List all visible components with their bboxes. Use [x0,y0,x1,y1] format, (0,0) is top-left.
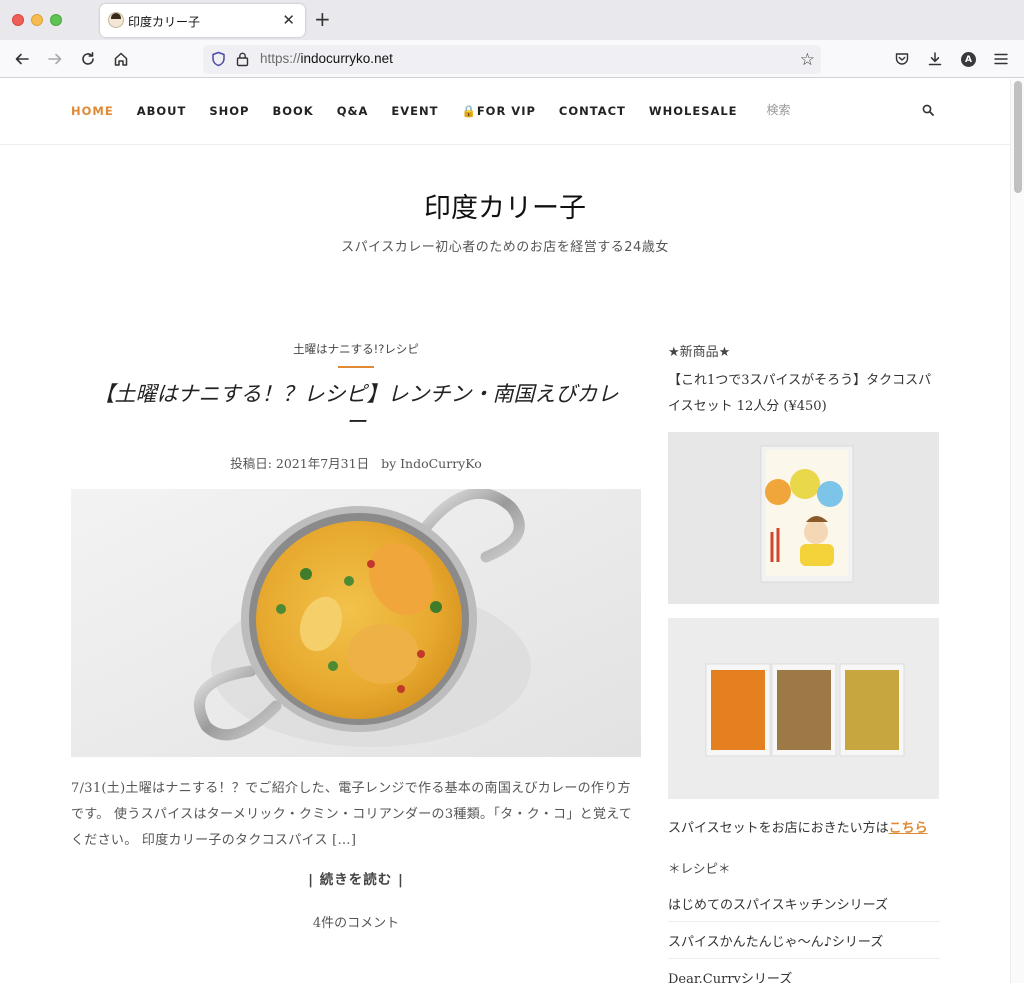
home-icon [114,52,128,66]
spice-packets-image[interactable] [668,618,939,799]
category-divider [338,366,374,368]
web-page: HOME ABOUT SHOP BOOK Q&A EVENT 🔒FOR VIP … [0,79,1010,983]
url-text[interactable]: https://indocurryko.net [260,51,393,66]
recipe-series-item[interactable]: Dear.Curryシリーズ [668,959,940,983]
wholesale-note: スパイスセットをお店におきたい方はこちら [668,817,940,836]
forward-button[interactable] [44,48,66,70]
site-navigation: HOME ABOUT SHOP BOOK Q&A EVENT 🔒FOR VIP … [0,79,1010,145]
recipe-series-list: はじめてのスパイスキッチンシリーズ スパイスかんたんじゃ〜ん♪シリーズ Dear… [668,885,940,983]
arrow-left-icon [15,53,29,65]
post-title[interactable]: 【土曜はナニする！？レシピ】レンチン・南国えびカレー [71,380,641,436]
curry-bowl-image [71,489,641,757]
download-icon [928,52,942,66]
account-avatar-icon[interactable]: A [961,52,976,67]
menu-item-wholesale[interactable]: WHOLESALE [649,104,738,121]
post-meta: 投稿日: 2021年7月31日 by IndoCurryKo [71,453,641,472]
search-input[interactable]: 検索 [767,101,791,118]
new-product-heading: ★新商品★ [668,345,731,360]
wholesale-link[interactable]: こちら [889,821,928,836]
post-author[interactable]: by IndoCurryKo [381,456,482,471]
page-scrollbar[interactable] [1010,79,1024,983]
browser-tab-bar: 印度カリー子 ✕ + [0,0,1024,40]
menu-item-home[interactable]: HOME [71,104,114,121]
pocket-button[interactable] [891,48,913,70]
hamburger-menu-icon [994,53,1008,65]
browser-tab[interactable]: 印度カリー子 ✕ [100,4,305,37]
back-button[interactable] [11,48,33,70]
close-window-button[interactable] [12,14,24,26]
site-favicon-icon [108,12,124,28]
spice-package-illustration [668,432,939,604]
menu-item-qa[interactable]: Q&A [337,104,369,121]
bookmark-star-icon[interactable]: ☆ [800,50,815,70]
recipe-series-item[interactable]: はじめてのスパイスキッチンシリーズ [668,885,940,922]
minimize-window-button[interactable] [31,14,43,26]
menu-item-shop[interactable]: SHOP [209,104,249,121]
wholesale-note-text: スパイスセットをお店におきたい方は [668,821,889,836]
menu-item-about[interactable]: ABOUT [137,104,187,121]
menu-item-book[interactable]: BOOK [272,104,313,121]
lock-icon[interactable] [236,51,249,67]
read-more-link[interactable]: | 続きを読む | [71,868,641,888]
tab-title: 印度カリー子 [128,15,201,29]
search-icon[interactable] [922,104,934,116]
menu-button[interactable] [990,48,1012,70]
menu-item-for-vip[interactable]: 🔒FOR VIP [462,104,536,121]
main-menu: HOME ABOUT SHOP BOOK Q&A EVENT 🔒FOR VIP … [71,101,791,121]
scrollbar-thumb[interactable] [1014,81,1022,193]
post-featured-image[interactable] [71,489,641,757]
reload-icon [82,52,94,65]
post-article: 土曜はナニする!?レシピ 【土曜はナニする！？レシピ】レンチン・南国えびカレー … [71,341,641,931]
url-bar[interactable]: https://indocurryko.net ☆ [203,45,821,74]
menu-item-event[interactable]: EVENT [391,104,438,121]
site-title[interactable]: 印度カリー子 [0,186,1010,225]
new-product-link[interactable]: 【これ1つで3スパイスがそろう】タクコスパイスセット 12人分 (¥450) [668,368,940,420]
recipe-heading: ＊レシピ＊ [668,861,731,876]
spice-packets-illustration [668,618,939,799]
menu-item-contact[interactable]: CONTACT [559,104,626,121]
reload-button[interactable] [77,48,99,70]
browser-toolbar: https://indocurryko.net ☆ A [0,40,1024,78]
shield-icon[interactable] [211,51,226,67]
site-tagline: スパイスカレー初心者のためのお店を経営する24歳女 [341,240,669,255]
new-tab-button[interactable]: + [314,8,331,30]
comments-link[interactable]: 4件のコメント [71,912,641,931]
maximize-window-button[interactable] [50,14,62,26]
sidebar: ★新商品★ 【これ1つで3スパイスがそろう】タクコスパイスセット 12人分 (¥… [668,341,940,983]
close-tab-icon[interactable]: ✕ [282,10,295,30]
arrow-right-icon [48,53,62,65]
post-category[interactable]: 土曜はナニする!?レシピ [71,341,641,357]
downloads-button[interactable] [924,48,946,70]
home-button[interactable] [110,48,132,70]
spice-set-package-image[interactable] [668,432,939,604]
pocket-icon [895,53,909,65]
recipe-series-item[interactable]: スパイスかんたんじゃ〜ん♪シリーズ [668,922,940,959]
post-excerpt: 7/31(土)土曜はナニする！？でご紹介した、電子レンジで作る基本の南国えびカレ… [71,781,633,848]
post-date[interactable]: 投稿日: 2021年7月31日 [230,456,369,471]
